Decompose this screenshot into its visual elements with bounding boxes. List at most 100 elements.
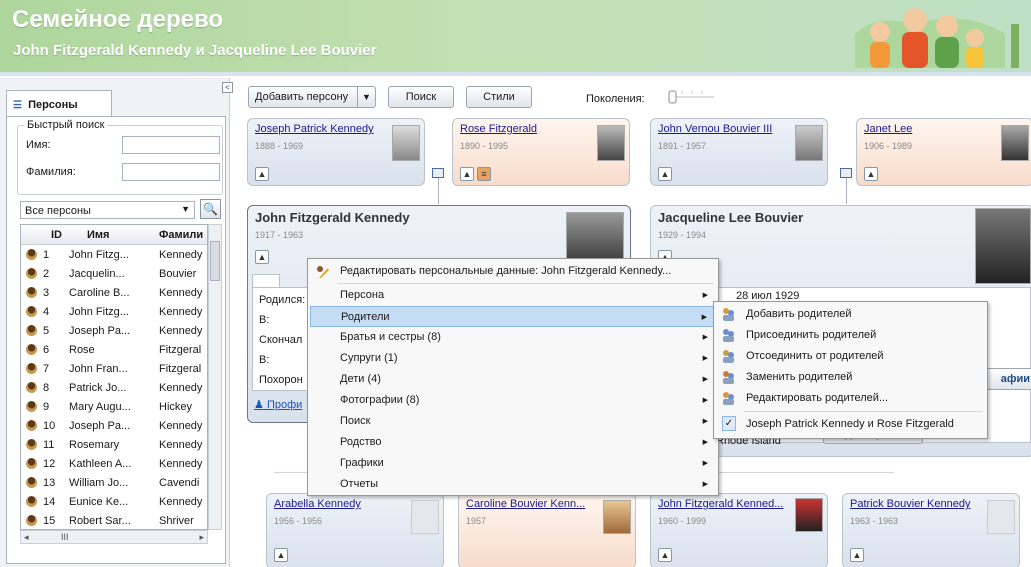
- notes-icon[interactable]: ≡: [477, 167, 491, 181]
- gravestone-icon[interactable]: ▲: [460, 167, 474, 181]
- chevron-down-icon[interactable]: ▼: [357, 87, 375, 107]
- collapse-panel-button[interactable]: <: [222, 82, 233, 93]
- table-row[interactable]: 12 Kathleen A... Kennedy: [21, 455, 207, 474]
- no-photo-icon[interactable]: [411, 500, 439, 534]
- photos-button[interactable]: афии: [981, 368, 1031, 390]
- person-years: 1891 - 1957: [658, 141, 707, 151]
- person-icon: [26, 306, 37, 317]
- horizontal-scrollbar[interactable]: ◂ III ▸: [20, 530, 208, 544]
- table-row[interactable]: 3 Caroline B... Kennedy: [21, 284, 207, 303]
- gravestone-icon[interactable]: ▲: [255, 167, 269, 181]
- person-photo[interactable]: [597, 125, 625, 161]
- submenu-item[interactable]: Добавить родителей: [716, 304, 985, 325]
- submenu-item[interactable]: Отсоединить от родителей: [716, 346, 985, 367]
- person-card-rose-fitzgerald[interactable]: Rose Fitzgerald 1890 - 1995 ▲ ≡: [452, 118, 630, 186]
- table-row[interactable]: 15 Robert Sar... Shriver: [21, 512, 207, 529]
- table-row[interactable]: 6 Rose Fitzgeral: [21, 341, 207, 360]
- gravestone-icon[interactable]: ▲: [255, 250, 269, 264]
- person-card-john-fitzgerald-kennedy-jr[interactable]: John Fitzgerald Kenned... 1960 - 1999 ▲: [650, 493, 828, 567]
- person-card-janet-lee[interactable]: Janet Lee 1906 - 1989 ▲: [856, 118, 1031, 186]
- scroll-right-icon[interactable]: ▸: [199, 532, 204, 543]
- menu-item[interactable]: Редактировать персональные данные: John …: [310, 261, 716, 282]
- person-icon: [26, 287, 37, 298]
- menu-item[interactable]: Графики ▶: [310, 453, 716, 474]
- person-photo[interactable]: [975, 208, 1031, 284]
- person-photo[interactable]: [795, 125, 823, 161]
- gravestone-icon[interactable]: ▲: [658, 548, 672, 562]
- table-row[interactable]: 1 John Fitzg... Kennedy: [21, 246, 207, 265]
- table-row[interactable]: 8 Patrick Jo... Kennedy: [21, 379, 207, 398]
- person-photo[interactable]: [603, 500, 631, 534]
- no-photo-icon[interactable]: [987, 500, 1015, 534]
- person-photo[interactable]: [1001, 125, 1029, 161]
- table-row[interactable]: 11 Rosemary Kennedy: [21, 436, 207, 455]
- person-card-arabella-kennedy[interactable]: Arabella Kennedy 1956 - 1956 ▲: [266, 493, 444, 567]
- person-icon: [26, 515, 37, 526]
- menu-item[interactable]: Поиск ▶: [310, 411, 716, 432]
- marriage-icon[interactable]: [840, 168, 852, 178]
- first-name-input[interactable]: [122, 136, 220, 154]
- scrollbar-thumb[interactable]: [210, 241, 220, 281]
- add-person-button[interactable]: Добавить персону ▼: [248, 86, 376, 108]
- table-row[interactable]: 9 Mary Augu... Hickey: [21, 398, 207, 417]
- menu-item[interactable]: Родство ▶: [310, 432, 716, 453]
- person-name-link[interactable]: John Fitzgerald Kenned...: [658, 498, 783, 510]
- gravestone-icon[interactable]: ▲: [864, 167, 878, 181]
- submenu-item[interactable]: Присоединить родителей: [716, 325, 985, 346]
- filter-search-button[interactable]: 🔍: [200, 199, 221, 219]
- menu-item[interactable]: Отчеты ▶: [310, 474, 716, 495]
- column-header-id[interactable]: ID: [51, 229, 62, 241]
- tab-persons[interactable]: ☰ Персоны: [6, 90, 112, 116]
- cell-id: 12: [43, 458, 56, 470]
- vertical-scrollbar[interactable]: [208, 224, 222, 530]
- table-row[interactable]: 14 Eunice Ke... Kennedy: [21, 493, 207, 512]
- styles-button[interactable]: Стили: [466, 86, 532, 108]
- table-row[interactable]: 5 Joseph Pa... Kennedy: [21, 322, 207, 341]
- tab-facts-icon[interactable]: [252, 274, 280, 288]
- menu-item[interactable]: Дети (4) ▶: [310, 369, 716, 390]
- generations-slider[interactable]: [668, 89, 714, 105]
- gravestone-icon[interactable]: ▲: [274, 548, 288, 562]
- submenu-item-label: Редактировать родителей...: [746, 392, 889, 404]
- person-card-joseph-patrick-kennedy[interactable]: Joseph Patrick Kennedy 1888 - 1969 ▲: [247, 118, 425, 186]
- person-photo[interactable]: [392, 125, 420, 161]
- table-row[interactable]: 4 John Fitzg... Kennedy: [21, 303, 207, 322]
- submenu-item[interactable]: Заменить родителей: [716, 367, 985, 388]
- column-header-first-name[interactable]: Имя: [87, 229, 109, 241]
- person-card-caroline-bouvier-kennedy[interactable]: Caroline Bouvier Kenn... 1957: [458, 493, 636, 567]
- table-row[interactable]: 13 William Jo... Cavendi: [21, 474, 207, 493]
- gravestone-icon[interactable]: ▲: [850, 548, 864, 562]
- person-name-link[interactable]: Patrick Bouvier Kennedy: [850, 498, 970, 510]
- scroll-left-icon[interactable]: ◂: [24, 532, 29, 543]
- cell-last-name: Cavendi: [159, 477, 200, 489]
- person-card-patrick-bouvier-kennedy[interactable]: Patrick Bouvier Kennedy 1963 - 1963 ▲: [842, 493, 1020, 567]
- person-card-john-vernou-bouvier[interactable]: John Vernou Bouvier III 1891 - 1957 ▲: [650, 118, 828, 186]
- last-name-input[interactable]: [122, 163, 220, 181]
- table-row[interactable]: 2 Jacquelin... Bouvier: [21, 265, 207, 284]
- menu-item[interactable]: Братья и сестры (8) ▶: [310, 327, 716, 348]
- gravestone-icon[interactable]: ▲: [658, 167, 672, 181]
- person-years: 1956 - 1956: [274, 516, 323, 526]
- submenu-arrow-icon: ▶: [702, 355, 708, 362]
- search-button[interactable]: Поиск: [388, 86, 454, 108]
- menu-item[interactable]: Фотографии (8) ▶: [310, 390, 716, 411]
- person-name-link[interactable]: Rose Fitzgerald: [460, 123, 537, 135]
- submenu-item[interactable]: Редактировать родителей...: [716, 388, 985, 409]
- generations-label: Поколения:: [586, 93, 645, 105]
- person-filter-select[interactable]: Все персоны ▼: [20, 201, 195, 219]
- person-name-link[interactable]: John Vernou Bouvier III: [658, 123, 772, 135]
- submenu-item-current-parents[interactable]: ✓ Joseph Patrick Kennedy и Rose Fitzgeral…: [716, 414, 985, 435]
- menu-item[interactable]: Супруги (1) ▶: [310, 348, 716, 369]
- menu-item[interactable]: Персона ▶: [310, 285, 716, 306]
- marriage-icon[interactable]: [432, 168, 444, 178]
- person-name-link[interactable]: Arabella Kennedy: [274, 498, 361, 510]
- menu-item[interactable]: Родители ▶: [310, 306, 716, 327]
- person-name-link[interactable]: Caroline Bouvier Kenn...: [466, 498, 585, 510]
- table-row[interactable]: 10 Joseph Pa... Kennedy: [21, 417, 207, 436]
- table-row[interactable]: 7 John Fran... Fitzgeral: [21, 360, 207, 379]
- profile-link[interactable]: ♟ Профи: [254, 398, 302, 411]
- person-name-link[interactable]: Janet Lee: [864, 123, 912, 135]
- column-header-last-name[interactable]: Фамили: [159, 229, 203, 241]
- person-name-link[interactable]: Joseph Patrick Kennedy: [255, 123, 374, 135]
- person-photo[interactable]: [795, 498, 823, 532]
